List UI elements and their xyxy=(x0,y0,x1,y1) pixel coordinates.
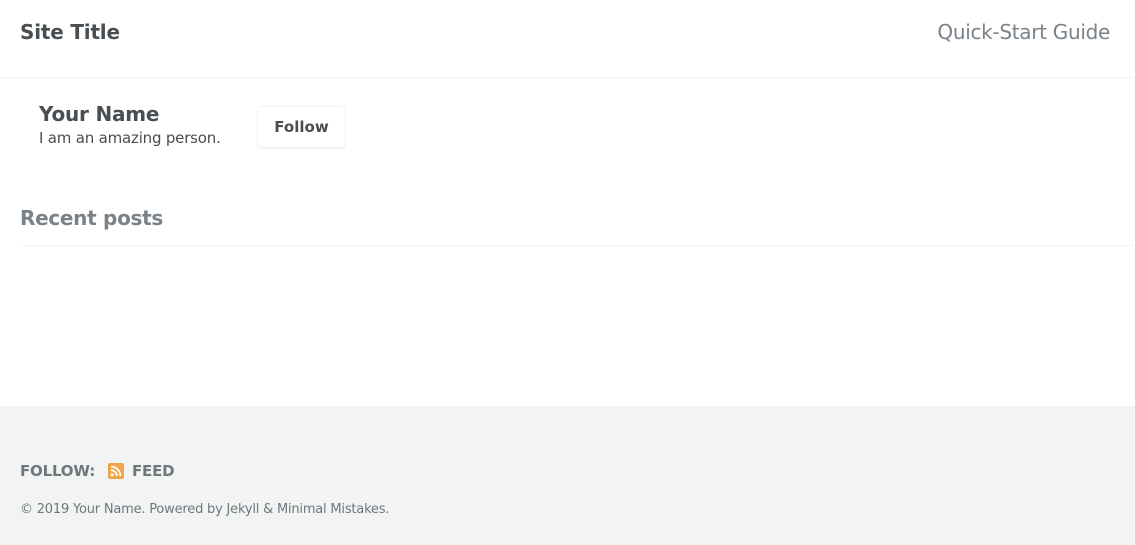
author-bio: I am an amazing person. xyxy=(39,129,221,147)
section-divider xyxy=(20,245,1133,246)
site-title-link[interactable]: Site Title xyxy=(20,20,120,44)
copyright-text: © 2019 Your Name. Powered by Jekyll & Mi… xyxy=(20,502,390,517)
rss-icon xyxy=(108,463,125,479)
author-profile: Your Name I am an amazing person. xyxy=(39,101,221,147)
recent-posts-heading: Recent posts xyxy=(20,206,163,230)
masthead: Site Title Quick-Start Guide xyxy=(0,0,1135,78)
author-name: Your Name xyxy=(39,102,160,126)
follow-button[interactable]: Follow xyxy=(257,106,346,148)
nav-link-quick-start-guide[interactable]: Quick-Start Guide xyxy=(937,20,1110,44)
feed-label: FEED xyxy=(132,462,175,480)
footer-follow-label: FOLLOW: xyxy=(20,462,96,480)
footer-follow-row: FOLLOW: FEED xyxy=(20,462,175,480)
feed-link[interactable]: FEED xyxy=(108,462,175,480)
